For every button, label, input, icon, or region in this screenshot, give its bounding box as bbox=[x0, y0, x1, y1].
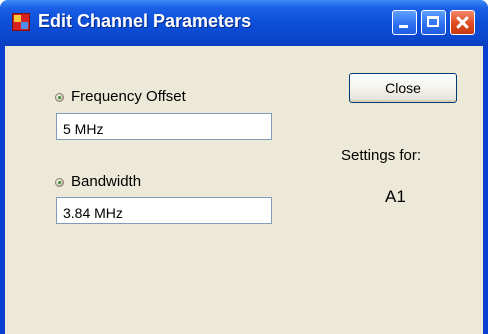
maximize-icon bbox=[427, 16, 439, 27]
close-icon bbox=[451, 11, 474, 34]
dialog-body: Frequency Offset Bandwidth Close Setting… bbox=[5, 46, 483, 334]
bandwidth-input[interactable] bbox=[56, 197, 272, 224]
frequency-offset-input[interactable] bbox=[56, 113, 272, 140]
close-button[interactable]: Close bbox=[349, 73, 457, 103]
dialog-window: Edit Channel Parameters Frequency Offset… bbox=[0, 0, 488, 334]
bandwidth-label: Bandwidth bbox=[71, 173, 142, 190]
bandwidth-radio-icon bbox=[55, 178, 64, 187]
minimize-icon bbox=[399, 25, 408, 28]
frequency-offset-label: Frequency Offset bbox=[71, 88, 186, 105]
window-title: Edit Channel Parameters bbox=[38, 11, 252, 31]
title-bar[interactable]: Edit Channel Parameters bbox=[0, 0, 488, 46]
window-close-button[interactable] bbox=[450, 10, 475, 35]
settings-for-label: Settings for: bbox=[341, 147, 422, 164]
frequency-offset-radio-icon bbox=[55, 93, 64, 102]
app-icon bbox=[12, 13, 30, 31]
maximize-button[interactable] bbox=[421, 10, 446, 35]
channel-name: A1 bbox=[385, 187, 406, 206]
minimize-button[interactable] bbox=[392, 10, 417, 35]
